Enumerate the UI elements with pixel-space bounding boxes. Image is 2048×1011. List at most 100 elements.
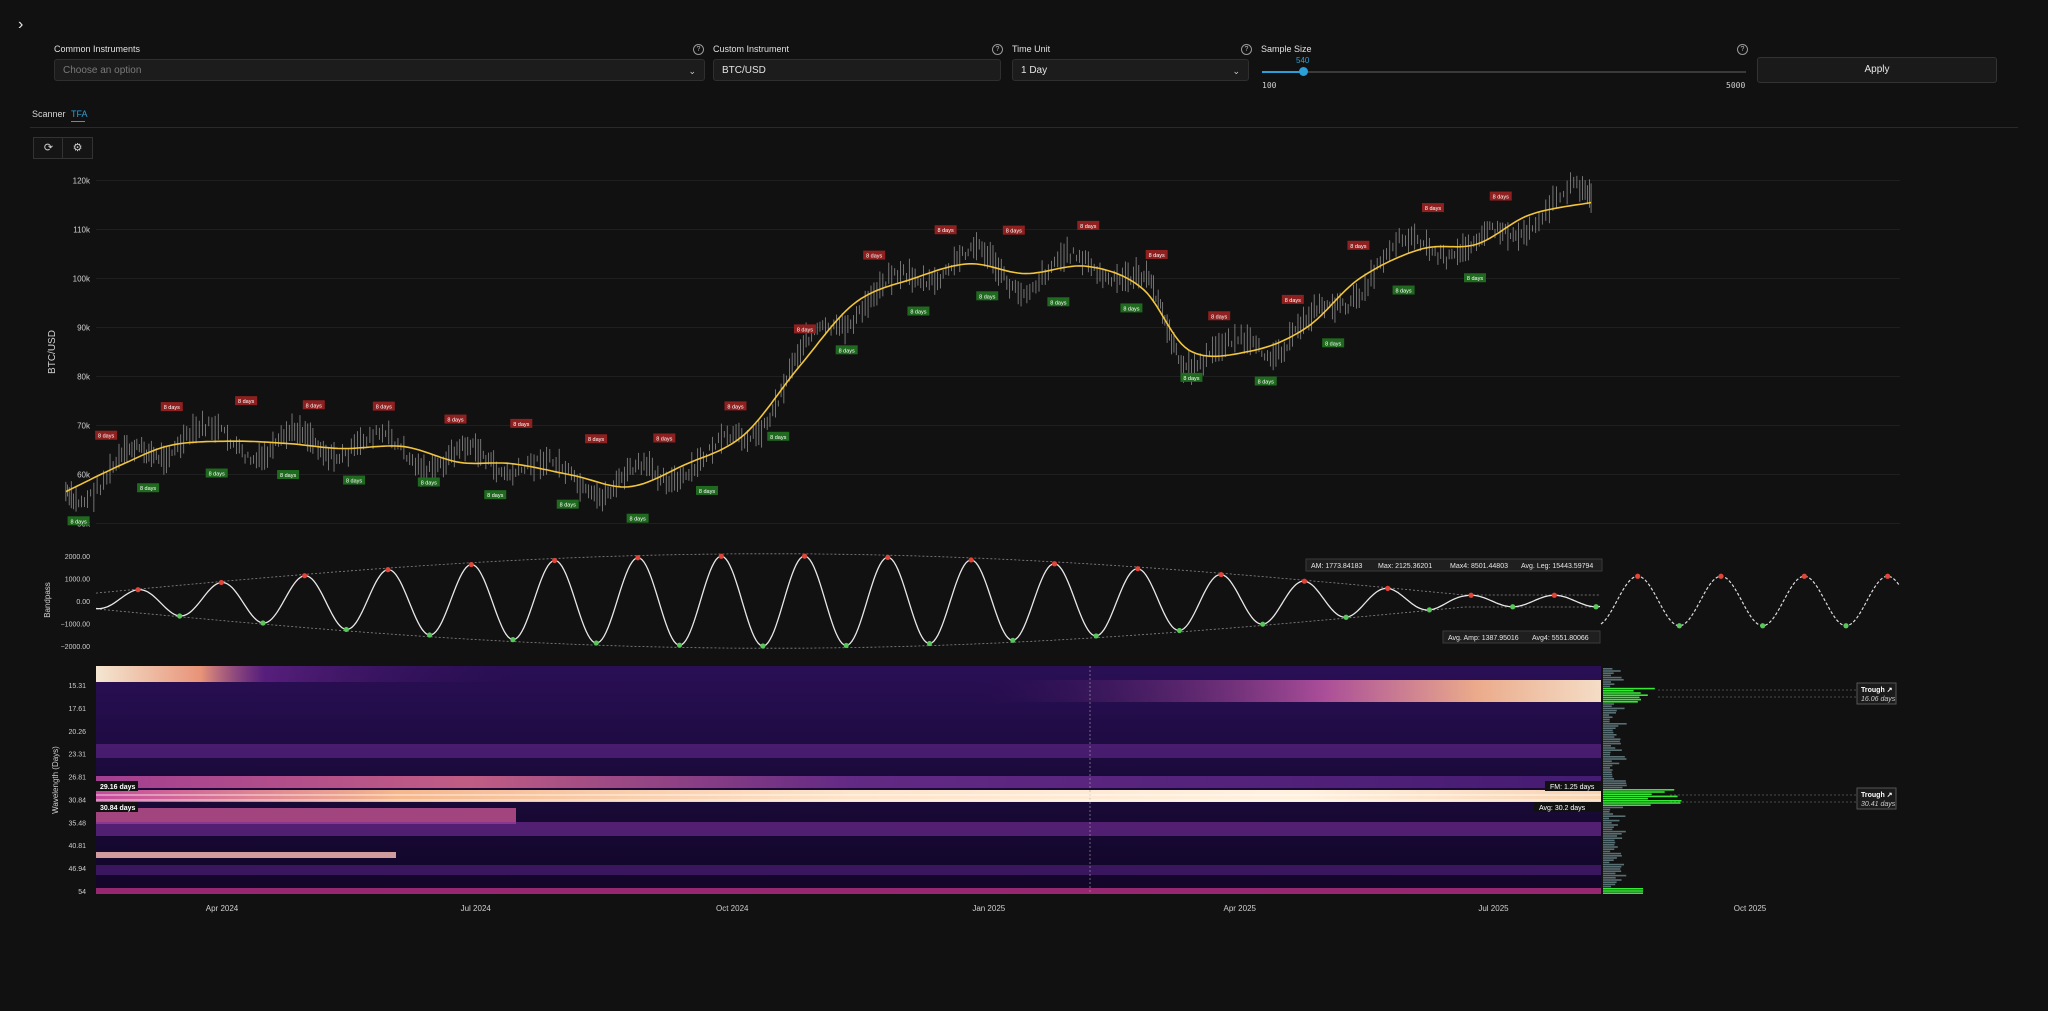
histogram-bar: [1603, 841, 1616, 844]
histogram-bar: [1603, 725, 1619, 727]
trough-label: 8 days: [1258, 380, 1274, 386]
price-tick-label: 70k: [77, 422, 91, 431]
peak-label: 8 days: [588, 437, 604, 443]
bandpass-peak: [135, 587, 141, 593]
heatmap-tick-label: 46.94: [68, 866, 86, 873]
histogram-bar: [1603, 668, 1613, 670]
bandpass-peak: [1551, 592, 1557, 598]
trough-label: 8 days: [1325, 341, 1341, 347]
trough-label: 8 days: [979, 294, 995, 300]
time-tick-label: Apr 2024: [206, 904, 239, 913]
histogram-bar: [1603, 828, 1613, 831]
trough-tag-2-value: 30.41 days: [1861, 801, 1896, 808]
bandpass-trough: [1343, 614, 1349, 620]
time-tick-label: Jul 2024: [461, 904, 492, 913]
histogram-bar: [1603, 885, 1612, 888]
peak-label: 8 days: [1211, 314, 1227, 320]
trough-label: 8 days: [209, 472, 225, 478]
bandpass-tick-label: −2000.00: [61, 644, 90, 651]
time-tick-label: Jan 2025: [972, 904, 1005, 913]
stat-avg-amp: Avg. Amp: 1387.95016: [1448, 635, 1519, 642]
bandpass-trough: [1010, 637, 1016, 643]
peak-label: 8 days: [1425, 206, 1441, 212]
stat-avg-leg: Avg. Leg: 15443.59794: [1521, 563, 1593, 570]
bandpass-trough: [1260, 621, 1266, 627]
bandpass-tick-label: 0.00: [76, 599, 90, 606]
bandpass-peak: [885, 554, 891, 560]
wavelength-heatmap: [96, 666, 1601, 894]
trough-label: 8 days: [71, 519, 87, 525]
trough-label: 8 days: [1395, 289, 1411, 295]
trough-tag-2: Trough ↗ 30.41 days: [1856, 787, 1897, 810]
histogram-bar: [1603, 786, 1623, 789]
peak-label: 8 days: [1149, 253, 1165, 259]
histogram-bar: [1603, 718, 1610, 721]
histogram-bar: [1603, 705, 1612, 707]
histogram-bar: [1603, 877, 1616, 879]
peak-label: 8 days: [727, 404, 743, 410]
histogram-bar: [1603, 874, 1627, 877]
bandpass-peak: [1385, 585, 1391, 591]
bandpass-trough: [760, 643, 766, 649]
histogram-bar: [1603, 749, 1622, 751]
bandpass-trough: [926, 640, 933, 647]
histogram-bar: [1603, 808, 1611, 811]
histogram-bar: [1603, 709, 1617, 712]
histogram-bar: [1603, 742, 1621, 745]
histogram-bar: [1603, 879, 1622, 881]
histogram-bar: [1603, 762, 1620, 765]
histogram-bar: [1603, 890, 1643, 892]
peak-label: 8 days: [447, 418, 463, 424]
bandpass-stats-bottom: Avg. Amp: 1387.95016 Avg4: 5551.80066: [1442, 630, 1601, 644]
bandpass-tick-label: 1000.00: [65, 577, 90, 584]
stat-avg4: Avg4: 5551.80066: [1532, 635, 1589, 642]
band-tag-30-label: 30.84 days: [100, 805, 136, 812]
histogram-bar: [1603, 756, 1625, 758]
histogram-bar: [1603, 707, 1625, 710]
bandpass-trough: [510, 637, 516, 643]
histogram-bar: [1603, 844, 1615, 846]
histogram-bar: [1603, 826, 1614, 828]
price-gridlines: [96, 180, 1900, 524]
bandpass-peak: [1635, 573, 1641, 579]
histogram-bar: [1603, 835, 1618, 837]
peak-label: 8 days: [164, 405, 180, 411]
histogram-bar: [1603, 806, 1624, 809]
price-bars: [65, 172, 1592, 512]
histogram-bar: [1603, 833, 1622, 835]
price-tick-label: 110k: [73, 226, 91, 235]
peak-label: 8 days: [1080, 224, 1096, 230]
histogram-bar: [1603, 670, 1621, 672]
trough-label: 8 days: [346, 479, 362, 485]
trough-label: 8 days: [280, 473, 296, 479]
trough-label: 8 days: [839, 348, 855, 354]
histogram-bar: [1603, 685, 1611, 688]
heatmap-tick-label: 40.81: [68, 843, 86, 850]
heatmap-tick-label: 54: [78, 889, 86, 896]
histogram-bar: [1603, 817, 1610, 820]
cycle-labels: 8 days 8 days 8 days 8 days 8 days 8 days 8 da…: [67, 191, 1512, 526]
trough-label: 8 days: [1123, 306, 1139, 312]
avg-marker: Avg: 30.2 days: [1534, 802, 1601, 812]
histogram-bar: [1603, 714, 1610, 716]
histogram-bar: [1603, 683, 1615, 685]
bandpass-trough: [676, 642, 683, 648]
fm-marker-label: FM: 1.25 days: [1550, 784, 1595, 791]
stat-max4: Max4: 8501.44803: [1450, 563, 1508, 570]
trough-label: 8 days: [140, 486, 156, 492]
histogram-bar: [1603, 778, 1615, 780]
histogram-bar: [1603, 773, 1613, 776]
bandpass-trough: [1760, 623, 1766, 629]
histogram-bar: [1603, 745, 1612, 747]
bandpass-trough: [343, 626, 349, 633]
histogram-bar: [1603, 784, 1627, 787]
trough-tag-2-title: Trough ↗: [1861, 792, 1893, 799]
histogram-bar: [1603, 888, 1643, 890]
band-tag-29: 29.16 days: [96, 781, 138, 791]
histogram-bar: [1603, 698, 1641, 701]
price-tick-label: 80k: [77, 373, 91, 382]
histogram-bar: [1603, 824, 1618, 826]
histogram-bar: [1603, 727, 1616, 729]
histogram-bar: [1603, 758, 1627, 760]
bandpass-axis: 2000.00 1000.00 0.00 −1000.00 −2000.00: [61, 554, 91, 651]
